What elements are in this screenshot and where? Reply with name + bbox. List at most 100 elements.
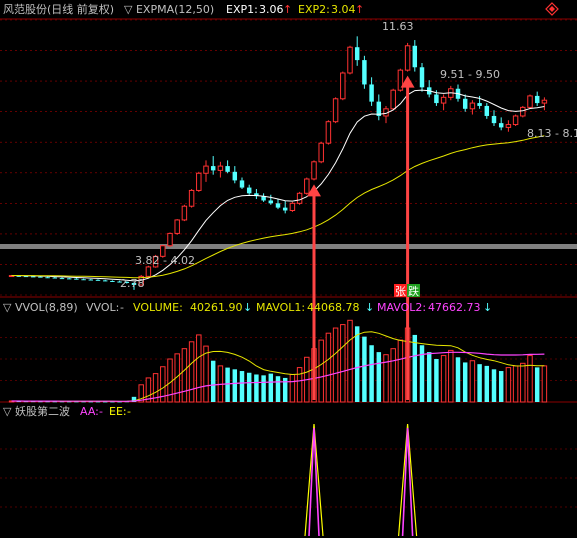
volume-bar [232, 369, 238, 402]
tag-fall: 跌 [408, 284, 419, 298]
volume-label: VOLUME: [133, 301, 183, 314]
vvol-value: - [120, 301, 124, 314]
candle-body [404, 45, 411, 71]
signal-panel-lines [304, 423, 418, 537]
volume-bar [390, 348, 396, 403]
exp1-up-arrow-icon: ↑ [283, 3, 292, 16]
volume-bar [484, 365, 490, 402]
volume-bar [340, 324, 346, 403]
aa-label: AA: [80, 405, 99, 418]
volume-bar [354, 326, 360, 402]
mavol2-down-arrow-icon: ↓ [483, 301, 492, 314]
volume-bar [239, 371, 245, 402]
ee-value: - [127, 405, 131, 418]
volume-bar [534, 367, 540, 402]
candle-body [203, 165, 209, 174]
candle-body [268, 200, 274, 204]
volume-bar [477, 364, 482, 402]
volume-bar [318, 339, 324, 403]
candle-body [484, 105, 490, 116]
candle-body [210, 166, 216, 171]
volume-bar [210, 360, 216, 402]
aa-signal-spike [308, 427, 320, 537]
volume-bar [469, 360, 476, 403]
candle-body [52, 277, 58, 279]
candle-body [296, 192, 303, 204]
volume-bar [181, 348, 188, 403]
mavol1-down-arrow-icon: ↓ [365, 301, 374, 314]
candle-body [541, 99, 548, 104]
candle-body [188, 189, 195, 207]
volume-bar [462, 362, 468, 402]
candle-body [246, 187, 252, 194]
exp2-up-arrow-icon: ↑ [355, 3, 364, 16]
vvol-label: VVOL: [86, 301, 119, 314]
ee-label: EE: [109, 405, 127, 418]
candle-body [462, 98, 468, 109]
candle-body [145, 266, 152, 277]
expma-indicator-title[interactable]: ▽ EXPMA(12,50) [124, 3, 214, 16]
volume-bar [455, 357, 461, 402]
volume-value: 40261.90 [190, 301, 243, 314]
volume-bar [491, 369, 497, 402]
volume-bar [225, 367, 230, 402]
candle-body [354, 47, 360, 61]
candle-body [477, 103, 482, 106]
candle-body [434, 94, 439, 104]
separator-band [0, 244, 577, 249]
volume-bar [369, 345, 374, 402]
candle-body [491, 115, 497, 124]
volume-bar [505, 367, 512, 403]
price-low-range-label: 3.82 - 4.02 [135, 254, 195, 267]
candle-body [167, 232, 173, 247]
vvol-title[interactable]: ▽ VVOL(8,89) [3, 301, 78, 314]
candle-body [304, 178, 310, 194]
price-high-label: 11.63 [382, 20, 414, 33]
candle-body [110, 280, 115, 282]
signal-panel-title[interactable]: ▽ 妖股第二波 [3, 404, 70, 418]
candle-body [95, 279, 101, 281]
stock-title: 风范股份(日线 前复权) [3, 2, 114, 16]
candle-body [217, 165, 224, 171]
volume-bar [434, 359, 439, 402]
volume-bar [520, 362, 526, 403]
volume-bar [426, 352, 432, 402]
volume-bar [296, 367, 303, 403]
candle-body [534, 95, 540, 104]
volume-bar [362, 336, 367, 402]
exp1-line [11, 89, 545, 282]
candle-body [38, 276, 43, 278]
volume-bar [440, 355, 447, 403]
mavol2-value: 47662.73 [428, 301, 481, 314]
candle-body [347, 46, 353, 74]
diamond-icon[interactable] [545, 2, 559, 16]
candle-body [527, 95, 533, 108]
volume-panel-bars[interactable] [8, 319, 548, 403]
candle-body [311, 161, 317, 180]
chart-stage: 风范股份(日线 前复权) ▽ EXPMA(12,50) EXP1: 3.06 ↑… [0, 2, 577, 537]
candle-body [362, 60, 367, 85]
candle-body [289, 202, 296, 211]
volume-bar [332, 327, 339, 403]
candle-body [332, 98, 339, 123]
volume-bar [347, 319, 353, 403]
volume-bar [254, 374, 259, 402]
volume-down-arrow-icon: ↓ [243, 301, 252, 314]
mavol1-label: MAVOL1: [256, 301, 305, 314]
volume-bar [188, 341, 195, 403]
candle-body [440, 96, 447, 104]
candle-body [23, 276, 29, 278]
volume-bar [275, 376, 281, 402]
candle-body [45, 277, 50, 279]
mavol1-value: 44068.78 [307, 301, 360, 314]
volume-bar [376, 352, 382, 402]
volume-bar [527, 355, 533, 403]
volume-bar [397, 339, 404, 403]
rise-fall-tag: 张 跌 [394, 284, 420, 298]
signal-panel-grid [0, 448, 577, 508]
candle-body [369, 84, 374, 102]
candle-body [419, 67, 425, 88]
exp2-value: 3.04 [331, 3, 356, 16]
volume-bar [498, 371, 504, 402]
aa-signal-spike [401, 427, 414, 537]
